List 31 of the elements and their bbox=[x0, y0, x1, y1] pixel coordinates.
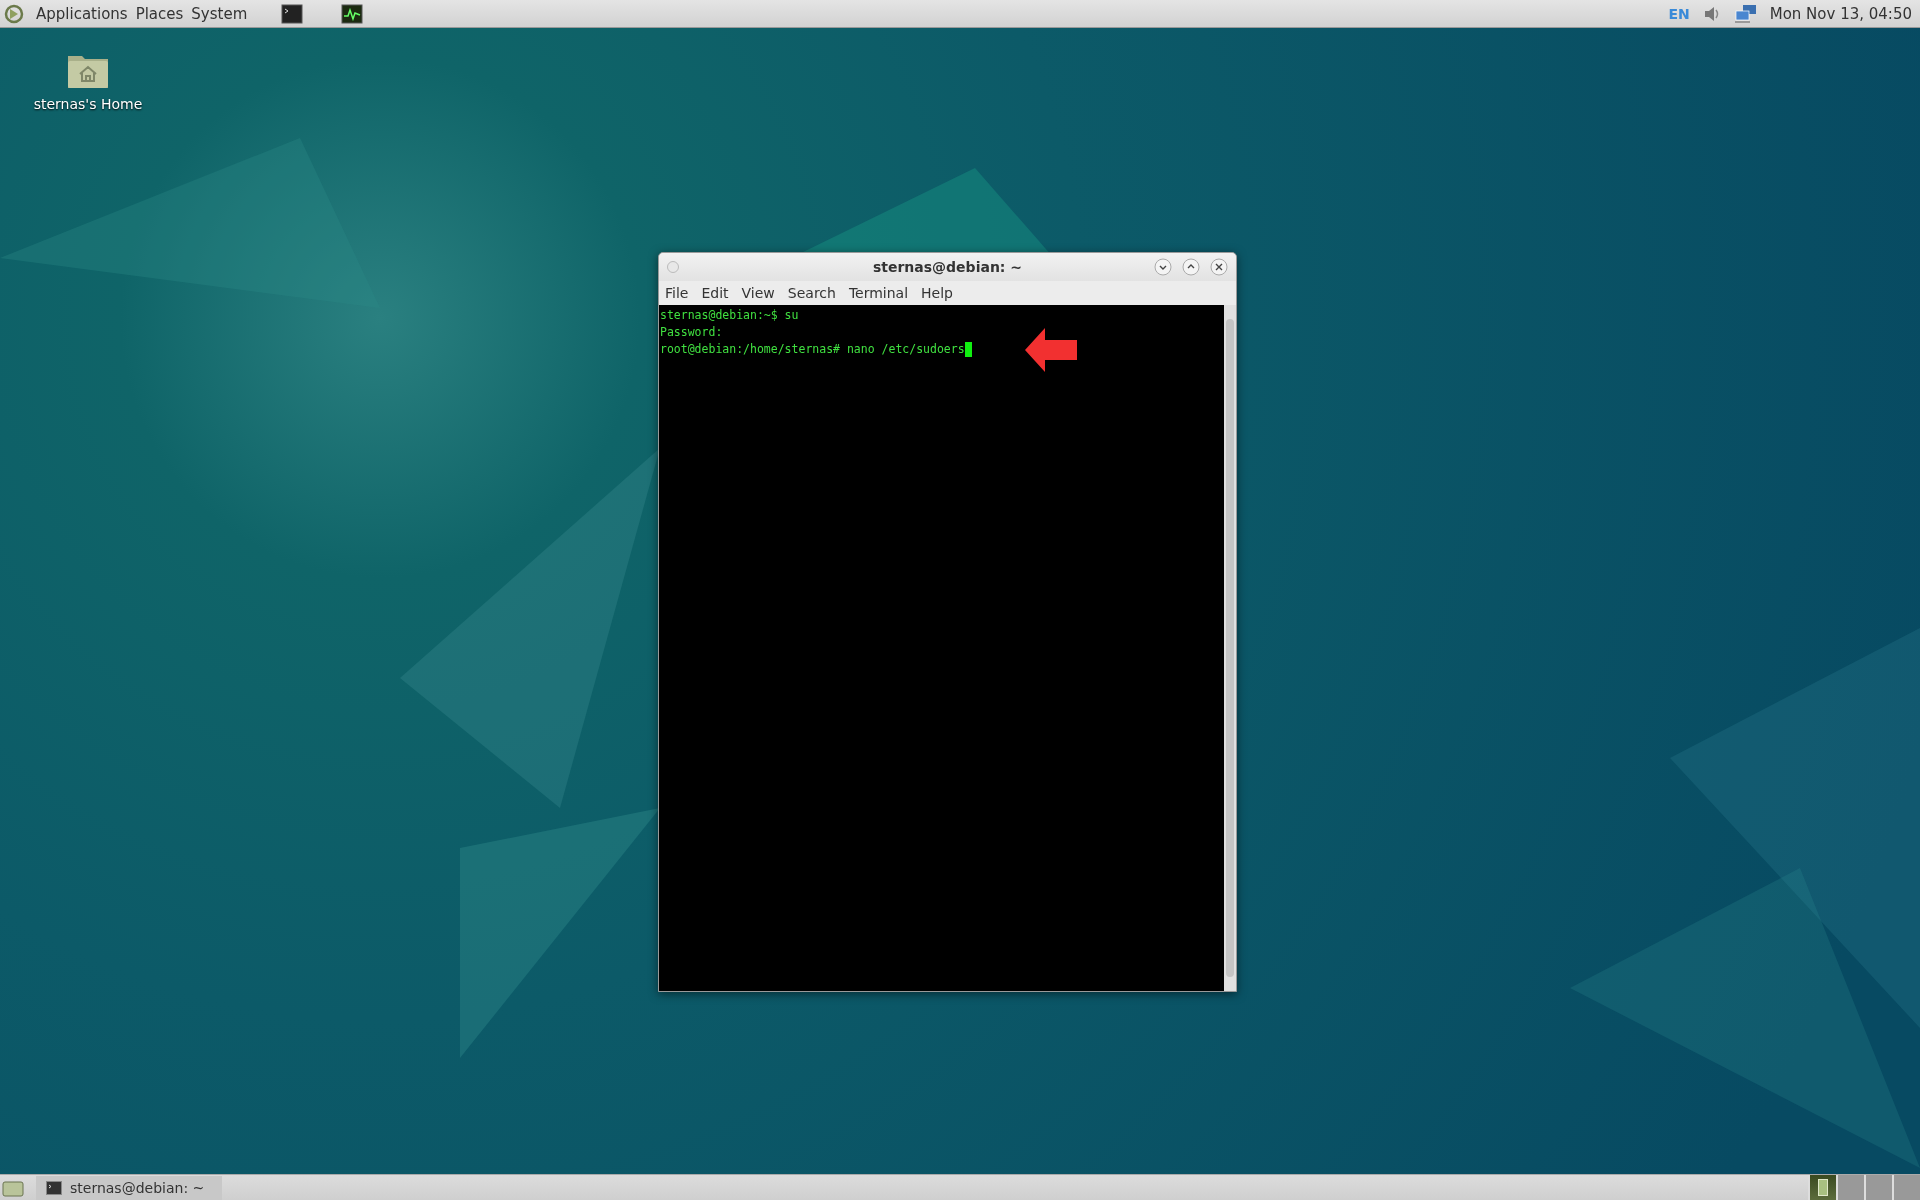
terminal-line: sternas@debian:~$ su bbox=[660, 307, 799, 324]
maximize-button[interactable] bbox=[1182, 258, 1200, 276]
workspace-switcher[interactable] bbox=[1864, 1175, 1892, 1200]
taskbar-button[interactable]: sternas@debian: ~ bbox=[36, 1175, 222, 1200]
network-icon[interactable] bbox=[1733, 3, 1758, 24]
terminal-line: root@debian:/home/sternas# nano /etc/sudoers bbox=[660, 341, 965, 358]
terminal-line: Password: bbox=[660, 324, 723, 341]
show-desktop-icon[interactable] bbox=[2, 1178, 24, 1197]
logo-icon[interactable] bbox=[4, 3, 24, 24]
menu-item[interactable]: Terminal bbox=[848, 285, 909, 301]
arrow-annotation bbox=[1025, 328, 1077, 372]
workspace-switcher[interactable] bbox=[1808, 1175, 1836, 1200]
clock[interactable]: Mon Nov 13, 04:50 bbox=[1769, 4, 1912, 23]
workspace-switcher[interactable] bbox=[1836, 1175, 1864, 1200]
workspace-switcher[interactable] bbox=[1892, 1175, 1920, 1200]
panel-menu[interactable]: System bbox=[191, 4, 248, 23]
menu-item[interactable]: View bbox=[741, 285, 775, 301]
window-title: sternas@debian: ~ bbox=[872, 259, 1023, 275]
menu-item[interactable]: Help bbox=[921, 285, 953, 301]
system-monitor-icon[interactable] bbox=[341, 3, 364, 24]
panel-menu[interactable]: Places bbox=[135, 4, 184, 23]
close-button[interactable] bbox=[1210, 258, 1228, 276]
terminal-icon[interactable] bbox=[281, 3, 304, 24]
menu-item[interactable]: Edit bbox=[701, 285, 729, 301]
terminal-icon bbox=[46, 1180, 62, 1195]
desktop-icon-label[interactable]: sternas's Home bbox=[33, 96, 143, 112]
text-cursor bbox=[964, 342, 972, 357]
menu-item[interactable]: File bbox=[665, 285, 689, 301]
minimize-button[interactable] bbox=[1154, 258, 1172, 276]
menu-item[interactable]: Search bbox=[787, 285, 836, 301]
panel-menu[interactable]: Applications bbox=[36, 4, 128, 23]
